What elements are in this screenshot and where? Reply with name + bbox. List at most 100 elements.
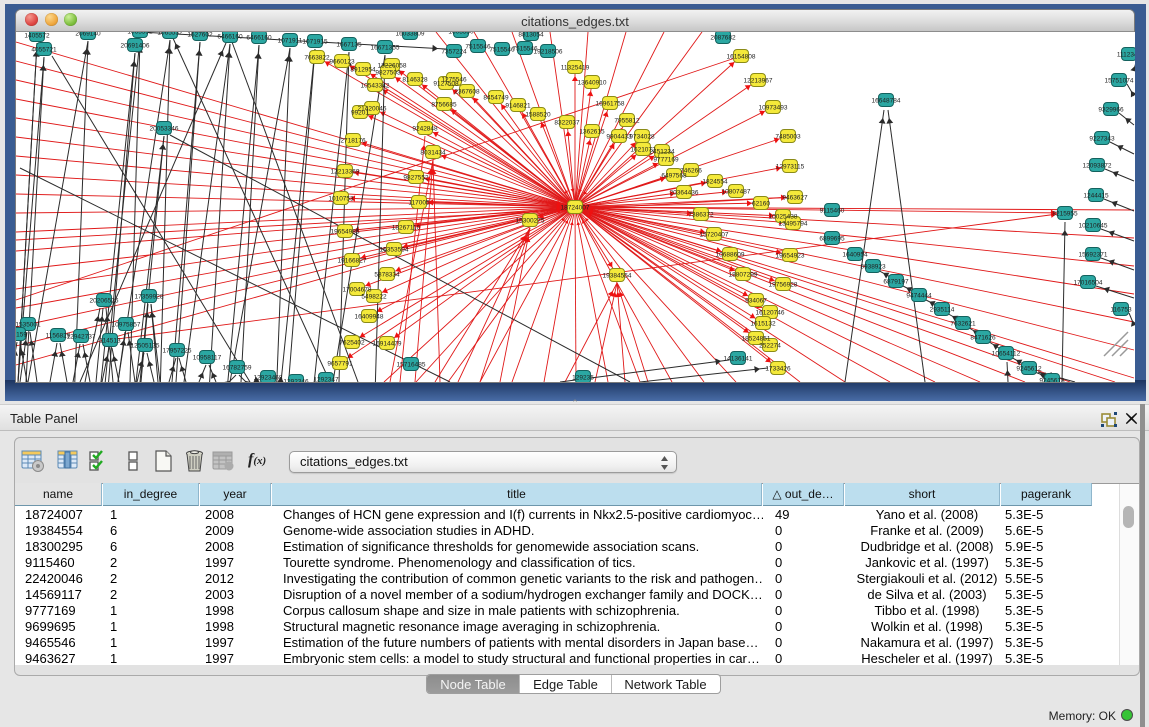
svg-text:114513: 114513 (99, 338, 121, 345)
svg-text:1405572: 1405572 (24, 33, 50, 40)
svg-text:5878334: 5878334 (374, 272, 400, 279)
svg-text:10025438: 10025438 (769, 214, 798, 221)
svg-text:2087682: 2087682 (710, 35, 736, 42)
svg-text:1010753: 1010753 (328, 196, 354, 203)
svg-text:8912954: 8912954 (350, 67, 376, 74)
svg-text:16648784: 16648784 (872, 98, 901, 105)
svg-text:20053346: 20053346 (150, 126, 179, 133)
svg-text:7632621: 7632621 (950, 321, 976, 328)
svg-text:9146821: 9146821 (505, 103, 531, 110)
svg-text:8756685: 8756685 (431, 102, 457, 109)
svg-text:2451234: 2451234 (649, 149, 675, 156)
svg-text:1733426: 1733426 (765, 366, 791, 373)
svg-text:8938923: 8938923 (860, 264, 886, 271)
svg-text:1292346: 1292346 (283, 379, 309, 383)
svg-text:19218506: 19218506 (534, 49, 563, 56)
svg-text:5498222: 5498222 (361, 294, 387, 301)
svg-text:13640910: 13640910 (578, 80, 607, 87)
svg-text:19756928: 19756928 (769, 282, 798, 289)
svg-text:16409948: 16409948 (355, 314, 384, 321)
svg-text:1065532: 1065532 (127, 32, 153, 36)
svg-text:18524851: 18524851 (742, 336, 771, 343)
svg-text:1603380: 1603380 (448, 32, 474, 36)
svg-text:9904433: 9904433 (606, 134, 632, 141)
svg-text:1065532: 1065532 (157, 32, 183, 37)
svg-text:7625402: 7625402 (339, 340, 365, 347)
svg-text:15720407: 15720407 (700, 232, 729, 239)
svg-text:39159: 39159 (16, 332, 27, 339)
svg-text:9245613: 9245613 (1039, 378, 1065, 383)
svg-text:7955812: 7955812 (614, 118, 640, 125)
svg-text:1527602: 1527602 (187, 32, 213, 39)
svg-text:8471626: 8471626 (970, 335, 996, 342)
svg-text:2718176: 2718176 (340, 138, 366, 145)
svg-text:2935114: 2935114 (930, 307, 955, 314)
svg-text:16120746: 16120746 (756, 310, 785, 317)
svg-text:9474444: 9474444 (906, 293, 932, 300)
svg-text:2069140: 2069140 (75, 32, 101, 38)
svg-text:20364436: 20364436 (670, 190, 699, 197)
svg-text:17359928: 17359928 (135, 294, 164, 301)
svg-text:9734028: 9734028 (629, 134, 655, 141)
svg-text:7485003: 7485003 (775, 134, 801, 141)
svg-text:1588520: 1588520 (525, 112, 551, 119)
svg-text:1275546: 1275546 (441, 77, 467, 84)
svg-text:11325419: 11325419 (561, 65, 590, 72)
svg-text:8215955: 8215955 (1052, 211, 1078, 218)
svg-text:99201: 99201 (351, 110, 369, 117)
svg-text:6497568: 6497568 (661, 173, 687, 180)
svg-text:13495794: 13495794 (779, 221, 808, 228)
svg-text:19654923: 19654923 (776, 253, 805, 260)
svg-text:9227343: 9227343 (1089, 136, 1115, 143)
svg-text:8322037: 8322037 (554, 120, 580, 127)
svg-text:116753: 116753 (1110, 307, 1132, 314)
svg-text:15692371: 15692371 (1079, 252, 1108, 259)
svg-text:7386372: 7386372 (688, 212, 714, 219)
svg-text:8813054: 8813054 (518, 32, 544, 39)
svg-text:1071915: 1071915 (302, 39, 328, 46)
svg-text:6466160: 6466160 (217, 34, 243, 41)
svg-text:9827552: 9827552 (403, 175, 429, 182)
svg-text:1640954: 1640954 (842, 252, 868, 259)
svg-text:934067: 934067 (745, 298, 767, 305)
svg-text:8454749: 8454749 (483, 95, 509, 102)
svg-text:8031434: 8031434 (420, 150, 446, 157)
svg-text:18807299: 18807299 (729, 272, 758, 279)
svg-text:9242848: 9242848 (412, 126, 438, 133)
svg-text:16033809: 16033809 (396, 32, 425, 38)
svg-text:1535001: 1535001 (16, 322, 41, 329)
svg-text:19166827: 19166827 (338, 258, 367, 265)
svg-text:16782759: 16782759 (223, 365, 252, 372)
svg-text:18267110: 18267110 (392, 225, 421, 232)
svg-text:9660123: 9660123 (329, 59, 355, 66)
svg-text:20206526: 20206526 (90, 298, 119, 305)
svg-text:17016504: 17016504 (1074, 280, 1103, 287)
svg-text:1112345: 1112345 (1117, 52, 1135, 59)
svg-text:1824554: 1824554 (702, 179, 728, 186)
svg-text:6879197: 6879197 (883, 279, 909, 286)
svg-text:17957225: 17957225 (163, 348, 192, 355)
svg-text:9827503: 9827503 (375, 70, 401, 77)
svg-text:16961758: 16961758 (596, 101, 625, 108)
svg-text:9115460: 9115460 (820, 208, 845, 215)
svg-text:9245612: 9245612 (1016, 366, 1042, 373)
svg-text:9777169: 9777169 (653, 157, 679, 164)
svg-text:9463627: 9463627 (782, 195, 808, 202)
svg-text:12505135: 12505135 (131, 343, 160, 350)
svg-text:16154808: 16154808 (727, 54, 756, 61)
svg-text:7515546: 7515546 (489, 47, 515, 54)
svg-text:12973115: 12973115 (776, 164, 805, 171)
svg-text:10654112: 10654112 (992, 351, 1021, 358)
svg-text:17004678: 17004678 (343, 287, 372, 294)
svg-text:18724007: 18724007 (561, 205, 590, 212)
svg-text:12923468: 12923468 (254, 375, 283, 382)
svg-text:1292347: 1292347 (313, 377, 339, 383)
svg-text:15751074: 15751074 (1105, 78, 1134, 85)
svg-text:19384554: 19384554 (603, 273, 632, 280)
svg-text:1667135: 1667135 (336, 42, 362, 49)
svg-text:13226058: 13226058 (378, 63, 407, 70)
svg-text:1362615: 1362615 (579, 129, 605, 136)
svg-text:6466160: 6466160 (246, 35, 272, 42)
svg-text:6899695: 6899695 (819, 236, 845, 243)
svg-text:62160: 62160 (752, 201, 770, 208)
